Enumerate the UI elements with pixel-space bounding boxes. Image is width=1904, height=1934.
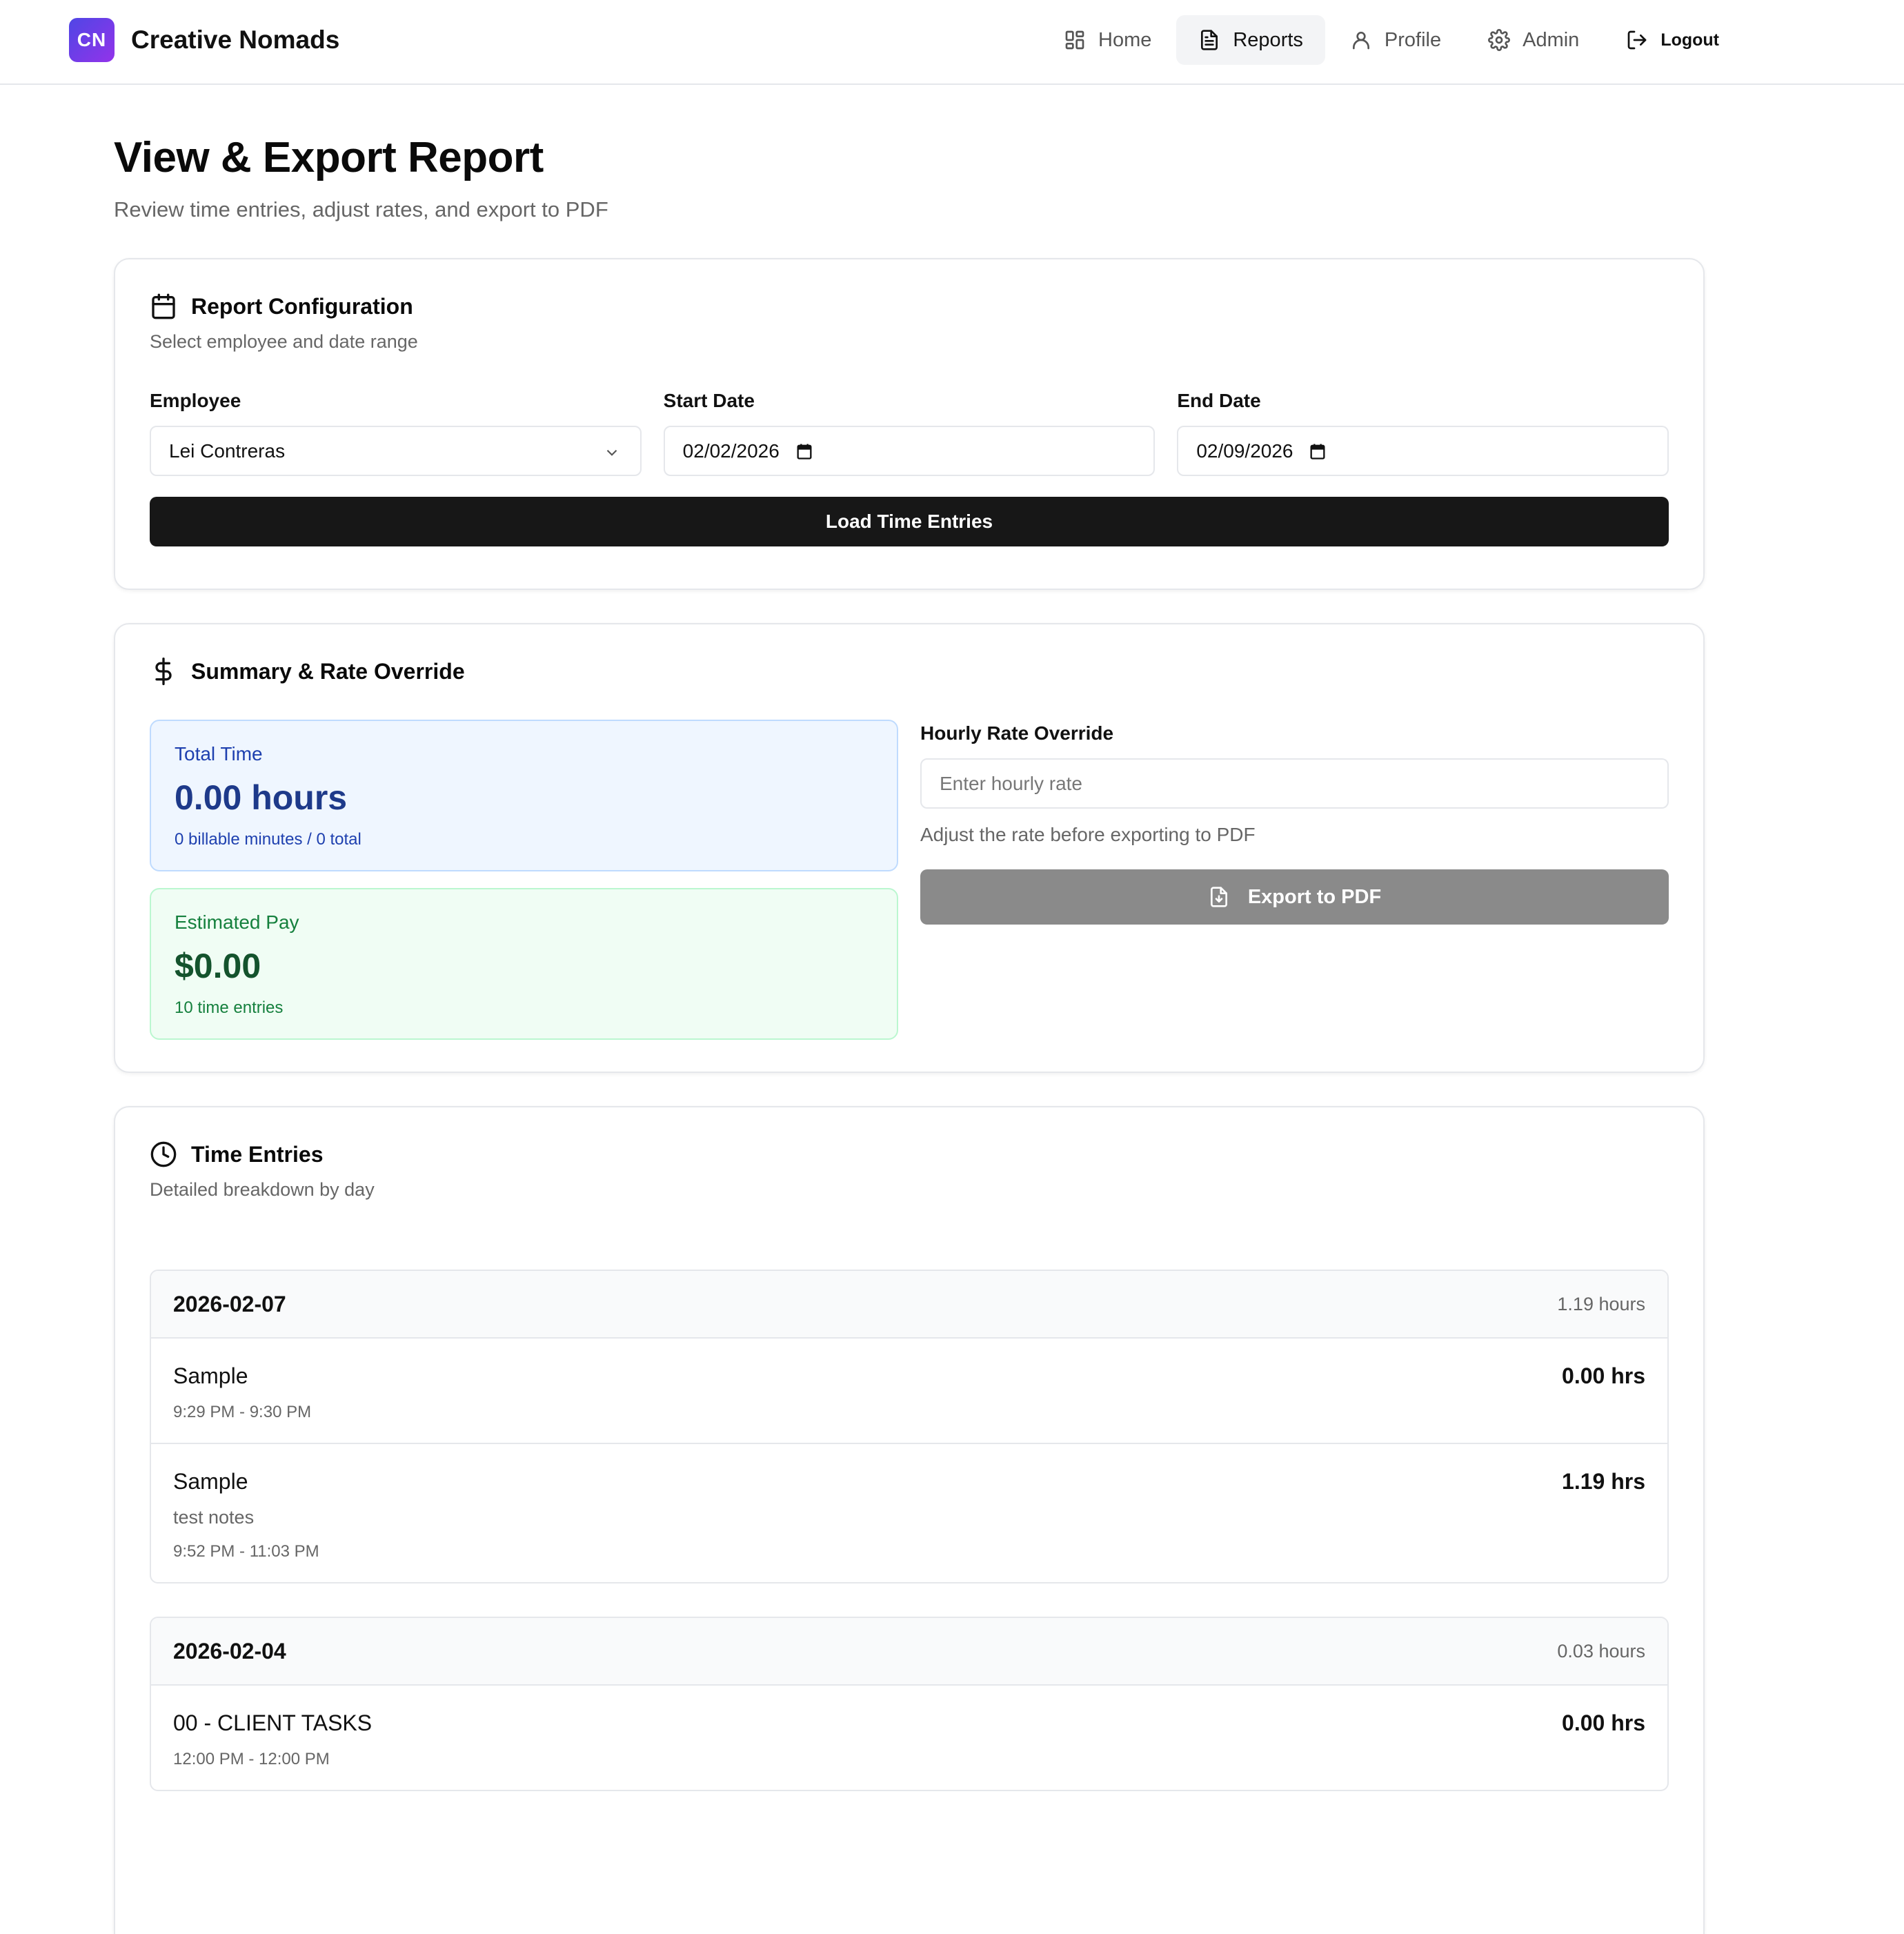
summary-title-text: Summary & Rate Override — [191, 658, 465, 684]
dashboard-icon — [1065, 30, 1084, 50]
nav-home[interactable]: Home — [1042, 15, 1173, 65]
hourly-rate-placeholder: Enter hourly rate — [940, 772, 1082, 794]
entry-time: 9:29 PM - 9:30 PM — [173, 1403, 312, 1421]
day-total: 0.03 hours — [1557, 1640, 1645, 1661]
nav-admin[interactable]: Admin — [1466, 15, 1601, 65]
top-navbar: CN Creative Nomads Home Reports Profile … — [0, 0, 1904, 85]
export-pdf-button[interactable]: Export to PDF — [920, 869, 1669, 925]
hourly-rate-input[interactable]: Enter hourly rate — [920, 758, 1669, 809]
config-fields: Employee Lei Contreras Start Date 02/02/… — [150, 390, 1669, 476]
total-time-foot: 0 billable minutes / 0 total — [175, 830, 361, 849]
summary-stats: Total Time 0.00 hours 0 billable minutes… — [150, 720, 898, 1040]
day-header: 2026-02-04 0.03 hours — [151, 1618, 1667, 1686]
brand[interactable]: CN Creative Nomads — [69, 18, 339, 62]
chevron-down-icon — [606, 449, 617, 456]
entry-hours: 0.00 hrs — [1562, 1710, 1645, 1735]
estimated-pay-stat: Estimated Pay $0.00 10 time entries — [150, 888, 898, 1040]
day-group: 2026-02-07 1.19 hours Sample 9:29 PM - 9… — [150, 1270, 1669, 1583]
employee-selected-value: Lei Contreras — [169, 440, 286, 462]
start-date-field: Start Date 02/02/2026 — [663, 390, 1156, 476]
rate-override: Hourly Rate Override Enter hourly rate A… — [920, 720, 1669, 1040]
entry-hours: 0.00 hrs — [1562, 1363, 1645, 1388]
gear-icon — [1488, 29, 1511, 51]
nav-reports[interactable]: Reports — [1176, 15, 1325, 65]
day-total: 1.19 hours — [1557, 1293, 1645, 1314]
dollar-icon — [155, 658, 172, 685]
estimated-pay-label: Estimated Pay — [175, 911, 299, 933]
end-date-field: End Date 02/09/2026 — [1177, 390, 1669, 476]
summary-card: Summary & Rate Override Total Time 0.00 … — [114, 623, 1705, 1073]
entry-time: 9:52 PM - 11:03 PM — [173, 1542, 319, 1561]
config-title-text: Report Configuration — [191, 293, 413, 319]
nav-profile-label: Profile — [1384, 28, 1442, 51]
total-time-label: Total Time — [175, 743, 263, 764]
entry-title: Sample — [173, 1363, 248, 1388]
summary-card-title: Summary & Rate Override — [150, 658, 1669, 685]
clock-icon — [150, 1141, 177, 1167]
total-time-stat: Total Time 0.00 hours 0 billable minutes… — [150, 720, 898, 871]
entry-notes: test notes — [173, 1507, 255, 1528]
day-date: 2026-02-07 — [173, 1291, 286, 1316]
estimated-pay-value: $0.00 — [175, 947, 261, 985]
logout-label: Logout — [1660, 30, 1719, 50]
time-entry: Sample test notes 9:52 PM - 11:03 PM 1.1… — [151, 1443, 1667, 1582]
estimated-pay-foot: 10 time entries — [175, 998, 284, 1017]
config-card-title: Report Configuration — [150, 293, 1669, 320]
load-time-entries-button[interactable]: Load Time Entries — [150, 497, 1669, 546]
page-title: View & Export Report — [114, 134, 544, 181]
calendar-picker-icon[interactable] — [1308, 442, 1327, 461]
report-configuration-card: Report Configuration Select employee and… — [114, 258, 1705, 590]
time-entry: 00 - CLIENT TASKS 12:00 PM - 12:00 PM 0.… — [151, 1686, 1667, 1790]
nav-home-label: Home — [1098, 28, 1152, 51]
config-subtitle: Select employee and date range — [150, 331, 418, 352]
brand-name: Creative Nomads — [131, 26, 340, 54]
employee-field: Employee Lei Contreras — [150, 390, 642, 476]
logout-button[interactable]: Logout — [1604, 15, 1741, 65]
employee-label: Employee — [150, 390, 241, 411]
nav-profile[interactable]: Profile — [1328, 15, 1463, 65]
file-text-icon — [1201, 30, 1218, 50]
logout-icon — [1627, 30, 1647, 50]
report-page: View & Export Report Review time entries… — [114, 85, 1705, 1934]
entry-title: Sample — [173, 1469, 248, 1494]
entry-title: 00 - CLIENT TASKS — [173, 1710, 373, 1735]
main-nav: Home Reports Profile Admin Logout — [1042, 15, 1741, 65]
user-icon — [1352, 32, 1369, 50]
time-entries-card: Time Entries Detailed breakdown by day 2… — [114, 1106, 1705, 1934]
calendar-picker-icon[interactable] — [795, 442, 814, 461]
rate-label: Hourly Rate Override — [920, 722, 1114, 744]
calendar-icon — [152, 293, 175, 319]
page-subtitle: Review time entries, adjust rates, and e… — [114, 197, 608, 221]
day-header: 2026-02-07 1.19 hours — [151, 1271, 1667, 1339]
export-pdf-label: Export to PDF — [1247, 885, 1382, 908]
end-date-label: End Date — [1177, 390, 1261, 411]
rate-hint: Adjust the rate before exporting to PDF — [920, 824, 1256, 845]
nav-admin-label: Admin — [1523, 28, 1580, 51]
entries-title-text: Time Entries — [191, 1141, 324, 1167]
entries-subtitle: Detailed breakdown by day — [150, 1179, 375, 1200]
entry-hours: 1.19 hrs — [1562, 1469, 1645, 1494]
brand-logo: CN — [69, 18, 115, 62]
day-date: 2026-02-04 — [173, 1638, 286, 1664]
entries-card-title: Time Entries — [150, 1141, 1669, 1168]
total-time-value: 0.00 hours — [175, 778, 348, 817]
entry-time: 12:00 PM - 12:00 PM — [173, 1750, 330, 1768]
end-date-value: 02/09/2026 — [1196, 440, 1293, 462]
day-group: 2026-02-04 0.03 hours 00 - CLIENT TASKS … — [150, 1617, 1669, 1791]
start-date-input[interactable]: 02/02/2026 — [663, 426, 1156, 476]
summary-grid: Total Time 0.00 hours 0 billable minutes… — [150, 720, 1669, 1040]
time-entry: Sample 9:29 PM - 9:30 PM 0.00 hrs — [151, 1339, 1667, 1443]
start-date-value: 02/02/2026 — [682, 440, 780, 462]
start-date-label: Start Date — [663, 390, 755, 411]
nav-reports-label: Reports — [1233, 28, 1303, 51]
file-download-icon — [1210, 887, 1227, 907]
end-date-input[interactable]: 02/09/2026 — [1177, 426, 1669, 476]
employee-select[interactable]: Lei Contreras — [150, 426, 642, 476]
